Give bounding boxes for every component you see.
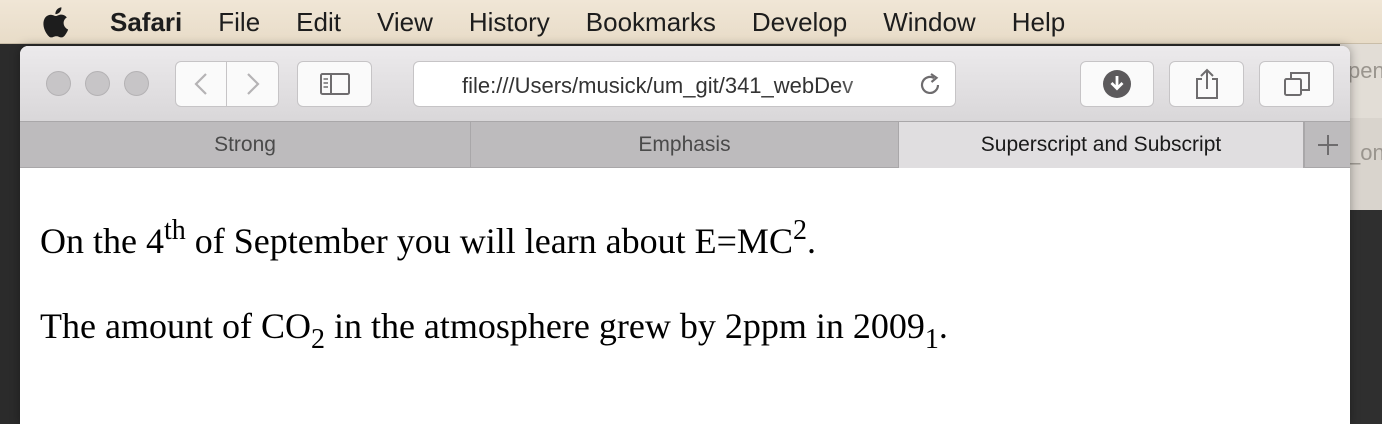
- page-content: On the 4th of September you will learn a…: [20, 168, 1350, 424]
- menu-safari[interactable]: Safari: [110, 0, 200, 44]
- background-window-tab-text: _on: [1348, 140, 1382, 165]
- paragraph-superscript: On the 4th of September you will learn a…: [40, 217, 816, 262]
- tab-strong[interactable]: Strong: [20, 122, 471, 168]
- safari-window: file:///Users/musick/um_git/341_webDev S…: [20, 46, 1350, 424]
- plus-icon: [1317, 135, 1338, 155]
- menu-file[interactable]: File: [200, 0, 278, 44]
- superscript-text: 2: [792, 215, 807, 246]
- share-icon: [1195, 68, 1218, 99]
- back-chevron-icon: [194, 73, 207, 95]
- subscript-text: 2: [310, 324, 325, 355]
- download-icon: [1103, 70, 1131, 98]
- zoom-window-button[interactable]: [124, 71, 149, 96]
- browser-toolbar: file:///Users/musick/um_git/341_webDev: [20, 46, 1350, 121]
- subscript-text: 1: [924, 324, 939, 355]
- text-segment: in the atmosphere grew by 2ppm in 2009: [324, 306, 925, 346]
- share-button[interactable]: [1169, 61, 1244, 107]
- address-bar[interactable]: file:///Users/musick/um_git/341_webDev: [413, 61, 956, 107]
- close-window-button[interactable]: [46, 71, 71, 96]
- forward-chevron-icon: [246, 73, 260, 95]
- menu-history[interactable]: History: [451, 0, 568, 44]
- background-window-text: pen: [1348, 58, 1382, 83]
- menu-develop[interactable]: Develop: [734, 0, 865, 44]
- menu-help[interactable]: Help: [994, 0, 1083, 44]
- tab-emphasis[interactable]: Emphasis: [471, 122, 899, 168]
- apple-logo-icon[interactable]: [0, 6, 110, 38]
- tab-superscript-subscript[interactable]: Superscript and Subscript: [899, 122, 1304, 168]
- forward-button[interactable]: [227, 61, 279, 107]
- tabs-overview-icon: [1283, 72, 1310, 96]
- menu-bar: Safari File Edit View History Bookmarks …: [0, 0, 1382, 44]
- menu-window[interactable]: Window: [865, 0, 993, 44]
- new-tab-button[interactable]: [1304, 122, 1350, 168]
- text-segment: On the 4: [40, 221, 164, 261]
- menu-view[interactable]: View: [359, 0, 451, 44]
- tab-bar: Strong Emphasis Superscript and Subscrip…: [20, 121, 1350, 168]
- minimize-window-button[interactable]: [85, 71, 110, 96]
- text-segment: of September you will learn about E=MC: [185, 221, 793, 261]
- downloads-button[interactable]: [1080, 61, 1154, 107]
- superscript-text: th: [163, 215, 186, 246]
- address-url[interactable]: file:///Users/musick/um_git/341_webDev: [462, 73, 902, 99]
- text-segment: .: [806, 221, 816, 261]
- reload-icon[interactable]: [917, 72, 943, 98]
- sidebar-button[interactable]: [297, 61, 372, 107]
- show-all-tabs-button[interactable]: [1259, 61, 1334, 107]
- text-segment: .: [938, 306, 948, 346]
- paragraph-subscript: The amount of CO2 in the atmosphere grew…: [40, 305, 948, 354]
- text-segment: The amount of CO: [40, 306, 311, 346]
- menu-edit[interactable]: Edit: [278, 0, 359, 44]
- menu-bookmarks[interactable]: Bookmarks: [568, 0, 734, 44]
- sidebar-icon: [319, 73, 350, 95]
- back-button[interactable]: [175, 61, 227, 107]
